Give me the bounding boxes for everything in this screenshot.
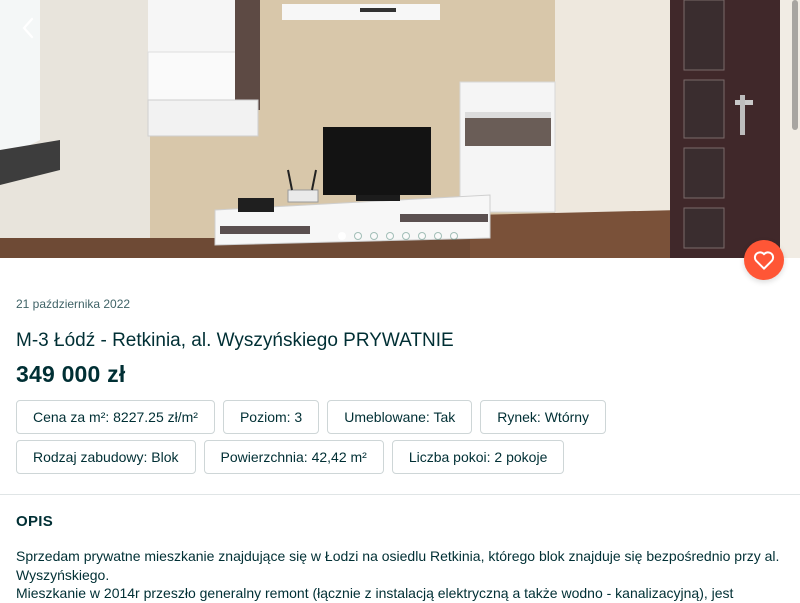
description-line: Sprzedam prywatne mieszkanie znajdujące … [16,548,780,583]
chevron-left-icon [22,17,34,39]
listing-parameters: Cena za m²: 8227.25 zł/m² Poziom: 3 Umeb… [16,400,786,474]
pagination-dot[interactable] [386,232,394,240]
param-chip-floor: Poziom: 3 [222,400,320,434]
param-chip-market: Rynek: Wtórny [480,400,607,434]
description-heading: OPIS [16,513,54,530]
listing-date: 21 października 2022 [16,297,131,311]
pagination-dot[interactable] [402,232,410,240]
pagination-dot[interactable] [450,232,458,240]
pagination-dot[interactable] [434,232,442,240]
pagination-dot[interactable] [418,232,426,240]
param-chip-building-type: Rodzaj zabudowy: Blok [16,440,196,474]
gallery-pagination [338,231,458,241]
pagination-dot[interactable] [370,232,378,240]
heart-icon [753,251,775,270]
section-divider [0,494,800,495]
param-chip-rooms: Liczba pokoi: 2 pokoje [391,440,565,474]
listing-price: 349 000 zł [16,361,126,387]
listing-title: M-3 Łódź - Retkinia, al. Wyszyńskiego PR… [16,330,454,351]
param-chip-price-per-m2: Cena za m²: 8227.25 zł/m² [16,400,215,434]
pagination-dot[interactable] [338,232,346,240]
favorite-button[interactable] [744,240,784,280]
pagination-dot[interactable] [354,232,362,240]
photo-gallery[interactable] [0,0,800,258]
previous-photo-button[interactable] [14,14,42,42]
listing-photo[interactable] [0,0,800,258]
param-chip-furnished: Umeblowane: Tak [327,400,473,434]
param-chip-area: Powierzchnia: 42,42 m² [203,440,384,474]
description-text: Sprzedam prywatne mieszkanie znajdujące … [16,547,786,603]
page-scrollbar[interactable] [792,0,798,130]
